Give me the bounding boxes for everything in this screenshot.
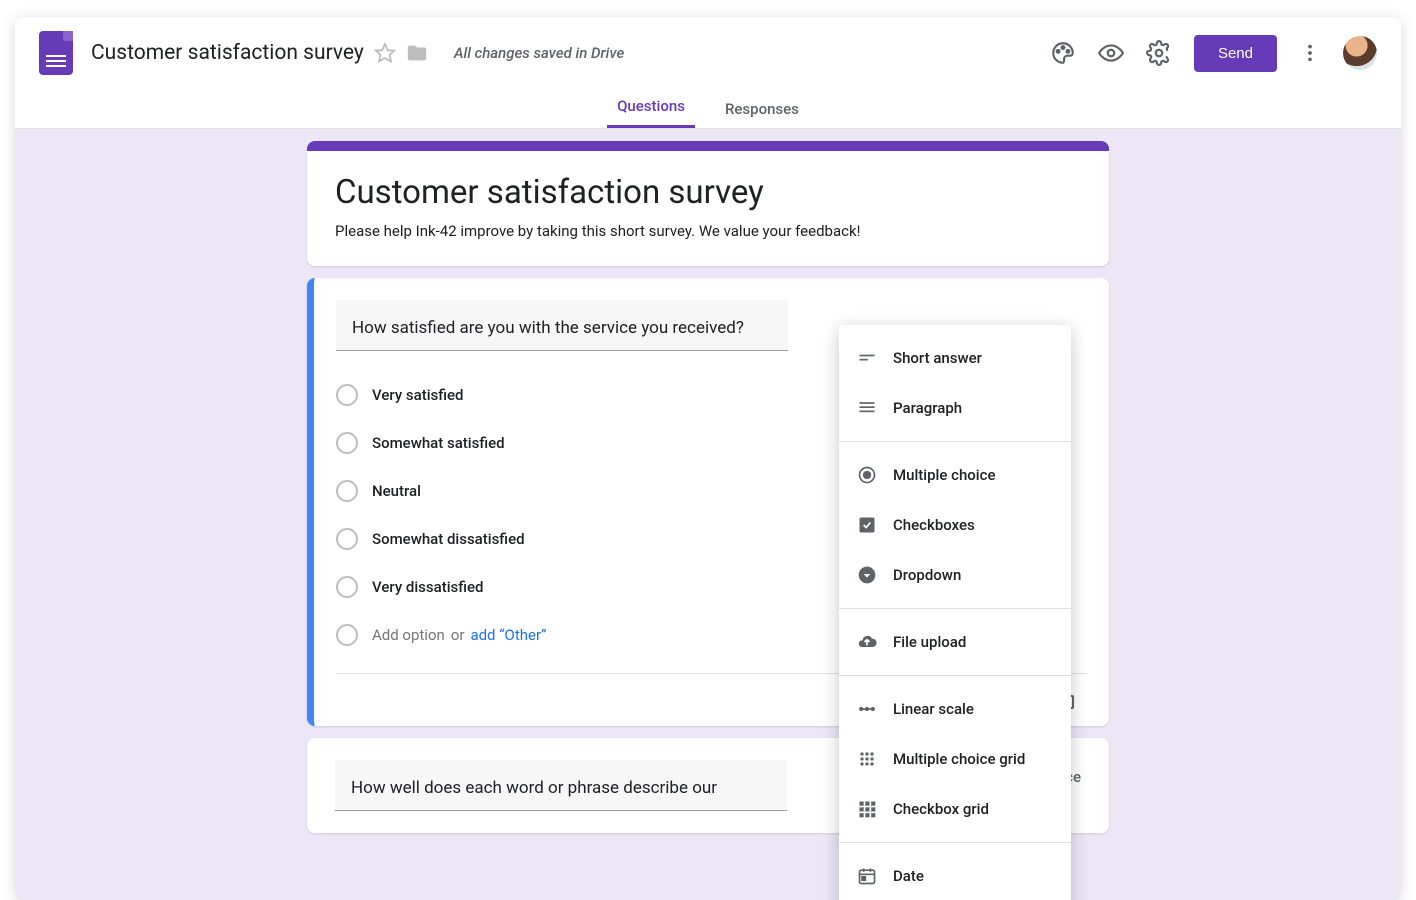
menu-label: Linear scale bbox=[893, 700, 974, 718]
type-multiple-choice[interactable]: Multiple choice bbox=[839, 450, 1071, 500]
menu-label: Checkbox grid bbox=[893, 800, 989, 818]
type-paragraph[interactable]: Paragraph bbox=[839, 383, 1071, 433]
type-mc-grid[interactable]: Multiple choice grid bbox=[839, 734, 1071, 784]
tab-questions[interactable]: Questions bbox=[607, 97, 695, 128]
checkbox-grid-icon bbox=[855, 799, 879, 819]
app-frame: Customer satisfaction survey All changes… bbox=[15, 17, 1401, 900]
menu-label: Multiple choice bbox=[893, 466, 995, 484]
send-button[interactable]: Send bbox=[1194, 35, 1277, 72]
form-title[interactable]: Customer satisfaction survey bbox=[335, 173, 1081, 212]
settings-icon[interactable] bbox=[1146, 40, 1172, 66]
menu-label: Dropdown bbox=[893, 566, 961, 584]
paragraph-icon bbox=[855, 398, 879, 418]
folder-icon[interactable] bbox=[406, 42, 428, 64]
multiple-choice-icon bbox=[855, 465, 879, 485]
or-text: or bbox=[451, 626, 465, 644]
menu-label: Paragraph bbox=[893, 399, 962, 417]
form-workspace: Customer satisfaction survey Please help… bbox=[15, 129, 1401, 900]
menu-divider bbox=[839, 441, 1071, 442]
menu-label: Multiple choice grid bbox=[893, 750, 1025, 768]
question-prompt-input[interactable]: How satisfied are you with the service y… bbox=[336, 300, 788, 351]
type-file-upload[interactable]: File upload bbox=[839, 617, 1071, 667]
type-linear-scale[interactable]: Linear scale bbox=[839, 684, 1071, 734]
question-type-dropdown: Short answer Paragraph Multiple choice C bbox=[839, 325, 1071, 900]
theme-icon[interactable] bbox=[1050, 40, 1076, 66]
radio-icon bbox=[336, 624, 358, 646]
dropdown-icon bbox=[855, 565, 879, 585]
checkboxes-icon bbox=[855, 515, 879, 535]
radio-icon bbox=[336, 576, 358, 598]
form-header-card[interactable]: Customer satisfaction survey Please help… bbox=[307, 141, 1109, 266]
document-title[interactable]: Customer satisfaction survey bbox=[91, 41, 364, 65]
menu-divider bbox=[839, 675, 1071, 676]
type-date[interactable]: Date bbox=[839, 851, 1071, 900]
option-label[interactable]: Somewhat satisfied bbox=[372, 434, 505, 452]
radio-icon bbox=[336, 528, 358, 550]
form-description[interactable]: Please help Ink-42 improve by taking thi… bbox=[335, 222, 1081, 240]
date-icon bbox=[855, 866, 879, 886]
linear-scale-icon bbox=[855, 699, 879, 719]
option-label[interactable]: Neutral bbox=[372, 482, 421, 500]
type-dropdown[interactable]: Dropdown bbox=[839, 550, 1071, 600]
option-label[interactable]: Very satisfied bbox=[372, 386, 464, 404]
menu-divider bbox=[839, 608, 1071, 609]
radio-icon bbox=[336, 432, 358, 454]
short-answer-icon bbox=[855, 348, 879, 368]
option-label[interactable]: Somewhat dissatisfied bbox=[372, 530, 525, 548]
type-checkboxes[interactable]: Checkboxes bbox=[839, 500, 1071, 550]
mc-grid-icon bbox=[855, 749, 879, 769]
avatar[interactable] bbox=[1343, 36, 1377, 70]
star-icon[interactable] bbox=[374, 42, 396, 64]
top-bar: Customer satisfaction survey All changes… bbox=[15, 17, 1401, 89]
more-icon[interactable] bbox=[1299, 42, 1321, 64]
menu-label: File upload bbox=[893, 633, 966, 651]
menu-label: Checkboxes bbox=[893, 516, 975, 534]
preview-icon[interactable] bbox=[1098, 40, 1124, 66]
add-other-link[interactable]: add “Other” bbox=[470, 626, 546, 644]
tab-responses[interactable]: Responses bbox=[715, 100, 809, 128]
type-checkbox-grid[interactable]: Checkbox grid bbox=[839, 784, 1071, 834]
menu-label: Short answer bbox=[893, 349, 982, 367]
forms-logo-icon[interactable] bbox=[39, 31, 73, 75]
type-short-answer[interactable]: Short answer bbox=[839, 333, 1071, 383]
menu-divider bbox=[839, 842, 1071, 843]
question-prompt-input[interactable]: How well does each word or phrase descri… bbox=[335, 760, 787, 811]
file-upload-icon bbox=[855, 632, 879, 652]
menu-label: Date bbox=[893, 867, 924, 885]
add-option-text[interactable]: Add option bbox=[372, 626, 445, 644]
save-status: All changes saved in Drive bbox=[454, 44, 624, 62]
radio-icon bbox=[336, 384, 358, 406]
radio-icon bbox=[336, 480, 358, 502]
option-label[interactable]: Very dissatisfied bbox=[372, 578, 484, 596]
form-tabs: Questions Responses bbox=[15, 89, 1401, 129]
